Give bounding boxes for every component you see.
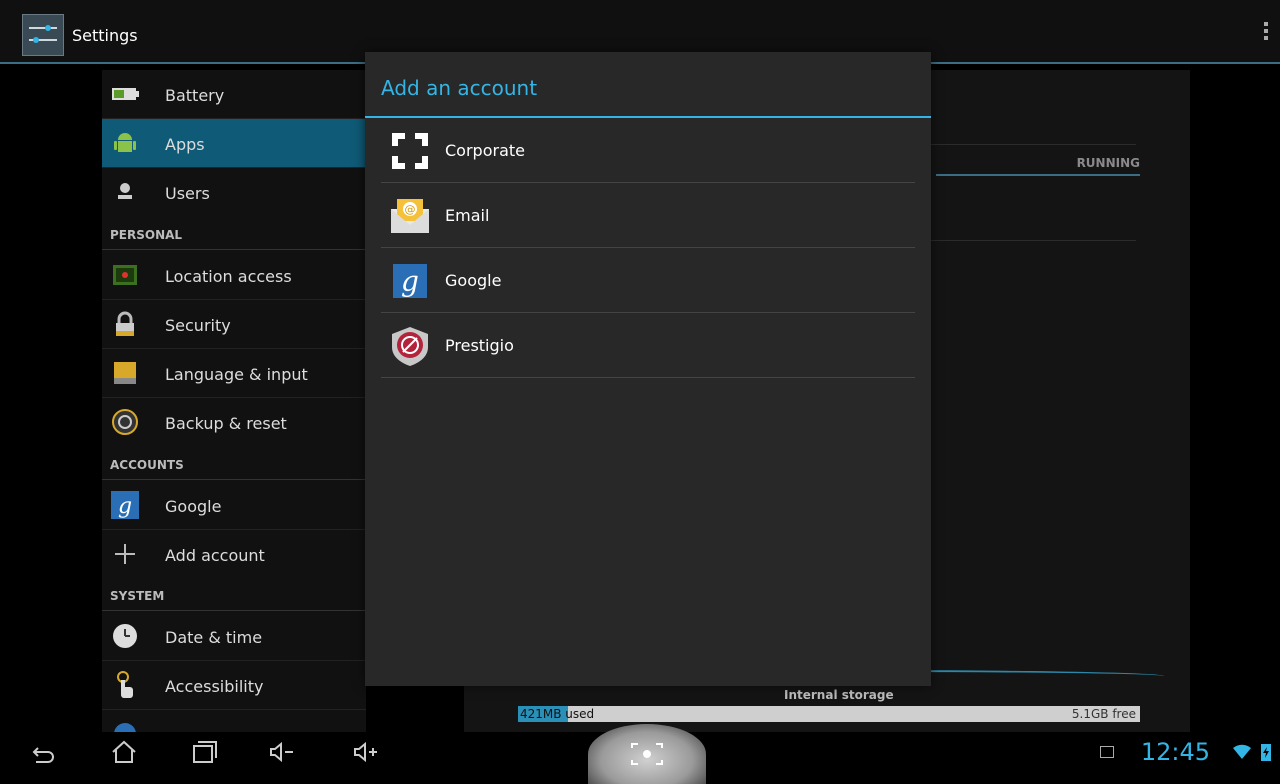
lock-icon <box>116 311 134 336</box>
gallery-notification-icon[interactable] <box>1100 746 1114 758</box>
sidebar-item-label: Language & input <box>165 365 308 384</box>
sidebar-item-label: Apps <box>165 135 205 154</box>
google-icon: g <box>111 491 139 519</box>
storage-free-text: 5.1GB free <box>1071 707 1136 721</box>
account-option-label: Google <box>445 271 502 290</box>
section-header-system: SYSTEM <box>102 581 366 611</box>
divider <box>930 240 1136 241</box>
storage-used-text: 421MB used <box>520 707 595 721</box>
sidebar-item-add-account[interactable]: Add account <box>102 530 366 579</box>
sidebar-item-label: Add account <box>165 546 265 565</box>
account-option-prestigio[interactable]: Prestigio <box>381 313 915 378</box>
sidebar-item-label: Users <box>165 184 210 203</box>
sidebar-item-apps[interactable]: Apps <box>102 119 366 168</box>
battery-icon <box>112 88 139 100</box>
settings-list: Battery Apps Users PERSONAL Location acc… <box>102 70 366 740</box>
hand-pointer-icon <box>117 671 133 698</box>
google-icon: g <box>393 264 427 298</box>
sidebar-item-backup-reset[interactable]: Backup & reset <box>102 398 366 447</box>
volume-down-icon[interactable] <box>268 740 296 764</box>
sidebar-item-accessibility[interactable]: Accessibility <box>102 661 366 710</box>
account-option-label: Corporate <box>445 141 525 160</box>
clock-icon <box>113 624 137 648</box>
recent-apps-icon[interactable] <box>190 740 218 764</box>
android-icon <box>114 133 136 152</box>
corporate-icon <box>392 133 428 169</box>
clock[interactable]: 12:45 <box>1141 738 1210 766</box>
storage-bar: 421MB used 5.1GB free <box>518 706 1140 722</box>
sidebar-item-users[interactable]: Users <box>102 168 366 217</box>
sidebar-item-battery[interactable]: Battery <box>102 70 366 119</box>
sidebar-item-label: Backup & reset <box>165 414 287 433</box>
sidebar-item-language-input[interactable]: Language & input <box>102 349 366 398</box>
sidebar-item-label: Security <box>165 316 231 335</box>
app-title: Settings <box>72 26 138 45</box>
wifi-icon <box>1233 744 1251 759</box>
storage-label: Internal storage <box>784 688 894 702</box>
account-option-email[interactable]: @ Email <box>381 183 915 248</box>
divider <box>930 144 1136 145</box>
account-option-corporate[interactable]: Corporate <box>381 118 915 183</box>
screenshot-icon <box>631 743 663 765</box>
sidebar-item-label: Battery <box>165 86 225 105</box>
keyboard-icon <box>114 362 136 384</box>
sidebar-item-google[interactable]: g Google <box>102 481 366 530</box>
section-header-personal: PERSONAL <box>102 220 366 250</box>
sidebar-item-date-time[interactable]: Date & time <box>102 612 366 661</box>
sidebar-item-label: Location access <box>165 267 292 286</box>
volume-up-icon[interactable] <box>352 740 380 764</box>
svg-text:g: g <box>401 265 419 298</box>
sidebar-item-label: Date & time <box>165 628 263 647</box>
tab-running[interactable]: RUNNING <box>1077 156 1140 170</box>
dialog-title: Add an account <box>381 76 538 100</box>
svg-text:@: @ <box>405 203 416 216</box>
tab-indicator <box>936 174 1140 176</box>
account-option-google[interactable]: g Google <box>381 248 915 313</box>
system-nav-bar: 12:45 <box>0 724 1280 784</box>
account-option-label: Email <box>445 206 490 225</box>
home-icon[interactable] <box>110 740 138 764</box>
account-option-label: Prestigio <box>445 336 514 355</box>
backup-icon <box>112 409 138 435</box>
overflow-menu-icon[interactable] <box>1264 22 1268 43</box>
sidebar-item-label: Google <box>165 497 222 516</box>
screenshot-button[interactable] <box>588 724 706 784</box>
add-account-dialog: Add an account Corporate @ Email g Googl… <box>365 52 931 686</box>
svg-text:g: g <box>118 494 132 519</box>
settings-icon[interactable] <box>22 14 64 56</box>
back-icon[interactable] <box>28 740 56 764</box>
prestigio-icon <box>392 327 428 366</box>
sidebar-item-security[interactable]: Security <box>102 300 366 349</box>
location-icon <box>113 265 137 285</box>
email-icon: @ <box>391 199 429 233</box>
battery-charging-icon <box>1261 744 1271 761</box>
section-header-accounts: ACCOUNTS <box>102 450 366 480</box>
user-icon <box>118 183 132 199</box>
sidebar-item-label: Accessibility <box>165 677 264 696</box>
sidebar-item-location-access[interactable]: Location access <box>102 251 366 300</box>
plus-icon <box>115 544 135 564</box>
